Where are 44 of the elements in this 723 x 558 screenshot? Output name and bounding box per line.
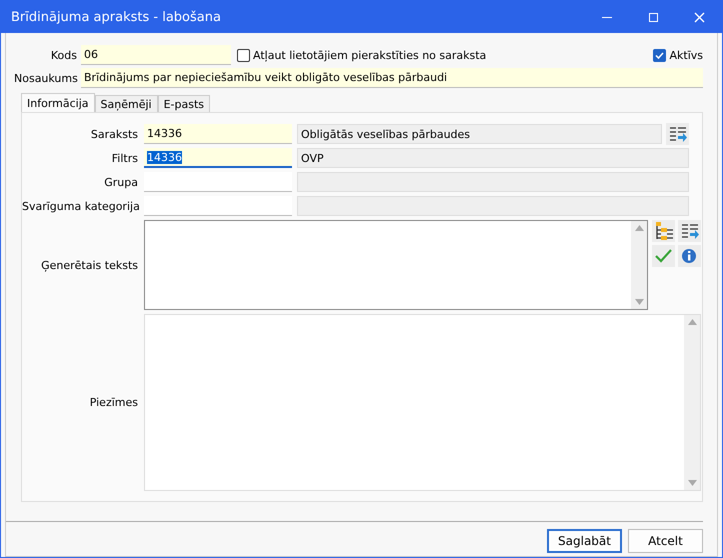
checkbox-label: Atļaut lietotājiem pierakstīties no saraksta (253, 48, 486, 62)
up-arrow-icon (634, 225, 644, 231)
field-label: Filtrs (110, 152, 139, 164)
code-field[interactable]: 14336 (144, 148, 292, 168)
tab[interactable]: E-pasts (158, 95, 210, 112)
tool-button[interactable] (678, 220, 701, 242)
name-field[interactable]: Brīdinājums par nepieciešamību veikt obligāto veselības pārbaudi (81, 68, 703, 88)
code-field[interactable]: 14336 (144, 124, 292, 144)
close-icon (694, 12, 704, 22)
maximize-icon (648, 12, 658, 22)
scrollbar[interactable] (631, 221, 647, 309)
code-field[interactable] (144, 172, 292, 192)
field-label: Nosaukums (14, 72, 79, 84)
field-label: Kods (50, 48, 78, 62)
list-button[interactable] (666, 123, 689, 145)
field-label: Saraksts (90, 128, 139, 140)
list-arrow-icon (668, 125, 686, 143)
scrollbar[interactable] (684, 315, 700, 490)
description-field: Obligātās veselības pārbaudes (297, 124, 662, 144)
save-button[interactable]: Saglabāt (547, 529, 622, 553)
check-icon (654, 247, 672, 265)
field-label: Grupa (103, 176, 139, 188)
code-field[interactable] (144, 196, 292, 216)
description-field: OVP (297, 148, 689, 168)
cancel-button[interactable]: Atcelt (628, 529, 703, 553)
tab[interactable]: Saņēmēji (94, 95, 158, 112)
field-label: Ģenerētais teksts (40, 258, 139, 272)
tool-button[interactable] (678, 245, 701, 267)
checkbox[interactable] (237, 48, 250, 62)
field-label: Svarīguma kategorija (22, 200, 141, 212)
list-arrow-icon (680, 222, 698, 240)
window-title: Brīdinājuma apraksts - labošana (11, 10, 222, 24)
up-arrow-icon (688, 319, 696, 325)
selected-text: 14336 (147, 150, 182, 164)
tool-button[interactable] (652, 220, 675, 242)
down-arrow-icon (634, 299, 644, 305)
checkbox[interactable] (653, 48, 666, 62)
down-arrow-icon (688, 480, 696, 486)
checkbox-label: Aktīvs (669, 48, 703, 62)
tab[interactable]: Informācija (21, 93, 95, 112)
info-icon (680, 247, 698, 265)
code-field[interactable]: 06 (81, 45, 231, 65)
folder-tree-icon (654, 222, 672, 240)
field-label: Piezīmes (88, 396, 139, 409)
